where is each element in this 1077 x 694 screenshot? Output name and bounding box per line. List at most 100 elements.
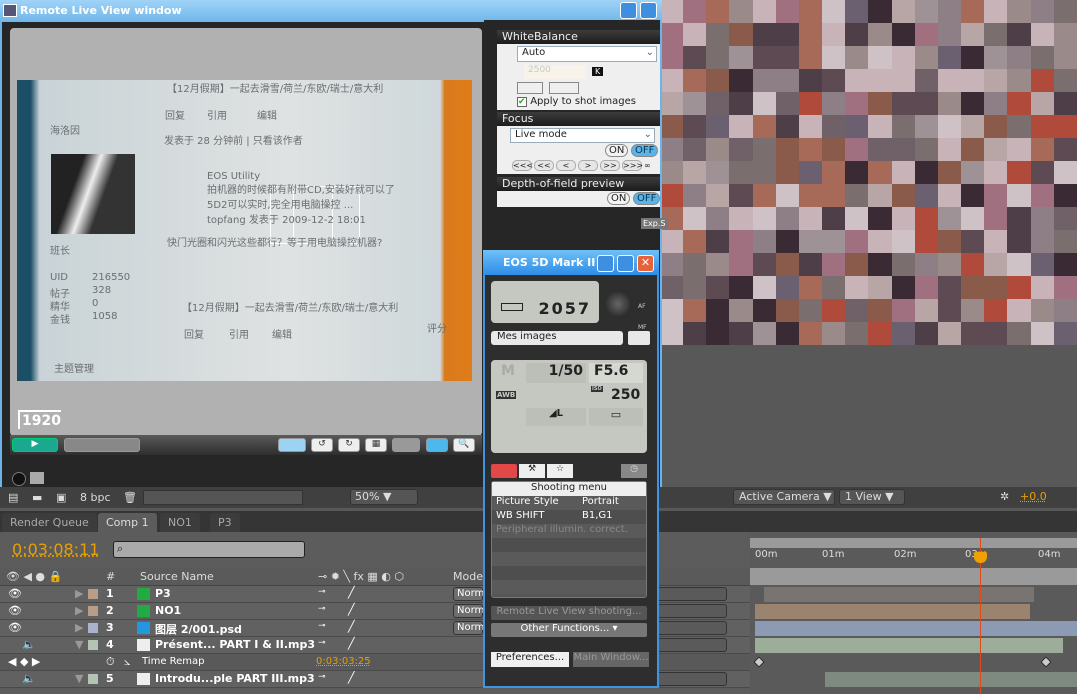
layer-name[interactable]: Présent... PART I & II.mp3 <box>155 638 315 651</box>
dof-on-toggle[interactable]: ON <box>607 192 631 205</box>
expand-arrow-icon[interactable]: ▶ <box>75 587 83 600</box>
focus-step-button[interactable]: < <box>556 160 576 171</box>
stopwatch-icon[interactable]: ⏱ <box>106 655 115 669</box>
shutter-speed[interactable]: 1/50 <box>526 363 586 383</box>
label-color[interactable] <box>88 606 98 616</box>
aspect-button[interactable] <box>392 438 420 452</box>
timer-icon[interactable]: ◷ <box>621 464 647 478</box>
eye-icon[interactable]: 👁 <box>8 621 22 634</box>
fit-view-button[interactable] <box>426 438 448 452</box>
folder-field[interactable]: Mes images <box>491 331 623 345</box>
column-num[interactable]: # <box>106 570 115 583</box>
focus-on-toggle[interactable]: ON <box>605 144 629 157</box>
keyframe-diamond[interactable] <box>1040 656 1052 668</box>
layer-duration-bar[interactable] <box>755 638 1063 653</box>
aperture[interactable]: F5.6 <box>589 363 643 383</box>
quality-switch-icon[interactable]: ╱ <box>348 637 355 650</box>
playhead-handle[interactable] <box>974 552 987 563</box>
focus-step-button[interactable]: << <box>534 160 554 171</box>
menu-row[interactable]: WB SHIFT B1,G1 <box>492 510 646 524</box>
wb-indicator[interactable]: AWB <box>496 391 517 399</box>
search-input[interactable]: ⌕ <box>113 541 305 558</box>
rotate-right-icon[interactable]: ↻ <box>338 438 360 452</box>
shooting-mode[interactable]: M <box>495 363 523 383</box>
track-matte-dropdown[interactable] <box>655 621 727 635</box>
shy-switch-icon[interactable]: ⊸ <box>318 672 326 682</box>
focus-step-button[interactable]: > <box>578 160 598 171</box>
tab-render-queue[interactable]: Render Queue <box>2 513 97 532</box>
maximize-button[interactable] <box>640 2 657 19</box>
eye-icon[interactable]: 👁 <box>8 587 22 600</box>
folder-icon[interactable]: ▬ <box>32 491 42 504</box>
layer-name[interactable]: Introdu...ple PART III.mp3 <box>155 672 315 685</box>
af-frame-button[interactable] <box>278 438 306 452</box>
camera-connect-icon[interactable] <box>30 472 44 484</box>
expand-arrow-icon[interactable]: ▶ <box>75 604 83 617</box>
apply-checkbox[interactable]: ✔ Apply to shot images <box>517 96 636 107</box>
layer-duration-bar[interactable] <box>764 587 1034 602</box>
expand-arrow-icon[interactable]: ▶ <box>75 621 83 634</box>
track-matte-dropdown[interactable] <box>655 604 727 618</box>
property-value[interactable]: 0:03:03:25 <box>316 656 371 667</box>
label-color[interactable] <box>88 589 98 599</box>
preferences-button[interactable]: Preferences... <box>491 652 569 667</box>
folder-dropdown[interactable] <box>628 331 650 345</box>
mymenu-tab-star-icon[interactable]: ☆ <box>547 464 573 478</box>
shy-switch-icon[interactable]: ⊸ <box>318 587 326 597</box>
shutter-button[interactable] <box>604 290 632 318</box>
speaker-icon[interactable]: 🔈 <box>22 638 36 651</box>
column-mode[interactable]: Mode <box>453 570 483 583</box>
magnification-dropdown[interactable]: 50% ▼ <box>350 489 418 505</box>
shy-switch-icon[interactable]: ⊸ <box>318 638 326 648</box>
trash-icon[interactable]: 🗑 <box>123 491 137 504</box>
column-source-name[interactable]: Source Name <box>140 570 214 583</box>
layer-duration-bar[interactable] <box>825 672 1077 687</box>
image-quality[interactable]: ◢L <box>526 408 586 426</box>
record-slider[interactable] <box>64 438 140 452</box>
layer-name[interactable]: NO1 <box>155 604 181 617</box>
kelvin-input[interactable]: 2500 <box>524 65 586 79</box>
focus-off-toggle[interactable]: OFF <box>631 144 659 157</box>
tab-no1[interactable]: NO1 <box>160 513 200 532</box>
view-layout-dropdown[interactable]: 1 View ▼ <box>839 489 905 505</box>
focus-step-button[interactable]: <<< <box>512 160 533 171</box>
tab-comp-1[interactable]: Comp 1 <box>98 513 157 532</box>
focus-mode-select[interactable]: Live mode ⌄ <box>510 128 655 143</box>
quality-switch-icon[interactable]: ╱ <box>348 603 355 616</box>
new-comp-icon[interactable]: ▣ <box>56 491 66 504</box>
blend-mode-dropdown[interactable]: Norm <box>453 621 484 635</box>
graph-icon[interactable]: ⦣ <box>124 655 130 669</box>
layer-name[interactable]: P3 <box>155 587 171 600</box>
exposure-icon[interactable]: ✲ <box>1000 490 1009 503</box>
play-button[interactable]: ▶ <box>12 438 58 452</box>
wb-select[interactable]: Auto ⌄ <box>517 46 657 62</box>
wb-preset-dropdown[interactable] <box>549 82 579 94</box>
other-functions-button[interactable]: Other Functions... ▾ <box>491 623 647 637</box>
close-button[interactable]: ✕ <box>637 255 654 272</box>
track-matte-dropdown[interactable] <box>655 638 727 652</box>
setup-tab-tools-icon[interactable]: ⚒ <box>519 464 545 478</box>
eyedropper-icon[interactable] <box>517 82 543 94</box>
minimize-button[interactable] <box>620 2 637 19</box>
interpret-footage-icon[interactable]: ▤ <box>8 491 18 504</box>
shy-switch-icon[interactable]: ⊸ <box>318 621 326 631</box>
shooting-tab-camera-icon[interactable] <box>491 464 517 478</box>
minimize-button[interactable] <box>597 255 614 272</box>
blend-mode-dropdown[interactable]: Norm <box>453 604 484 618</box>
menu-row[interactable]: Picture Style Portrait <box>492 496 646 510</box>
label-color[interactable] <box>88 623 98 633</box>
quality-switch-icon[interactable]: ╱ <box>348 671 355 684</box>
horizontal-scrollbar[interactable] <box>143 490 303 505</box>
iso-value[interactable]: 250 <box>611 387 640 403</box>
layer-duration-bar[interactable] <box>755 621 1077 636</box>
focus-step-button[interactable]: >>> <box>622 160 643 171</box>
speaker-icon[interactable]: 🔈 <box>22 672 36 685</box>
work-area-bar[interactable] <box>750 538 1077 548</box>
layer-name[interactable]: 图层 2/001.psd <box>155 621 242 637</box>
exposure-value[interactable]: +0.0 <box>1020 490 1047 503</box>
track-matte-dropdown[interactable] <box>655 587 727 601</box>
quality-switch-icon[interactable]: ╱ <box>348 586 355 599</box>
dof-off-toggle[interactable]: OFF <box>633 192 661 205</box>
focus-step-button[interactable]: >> <box>600 160 620 171</box>
track-matte-dropdown[interactable] <box>655 672 727 686</box>
